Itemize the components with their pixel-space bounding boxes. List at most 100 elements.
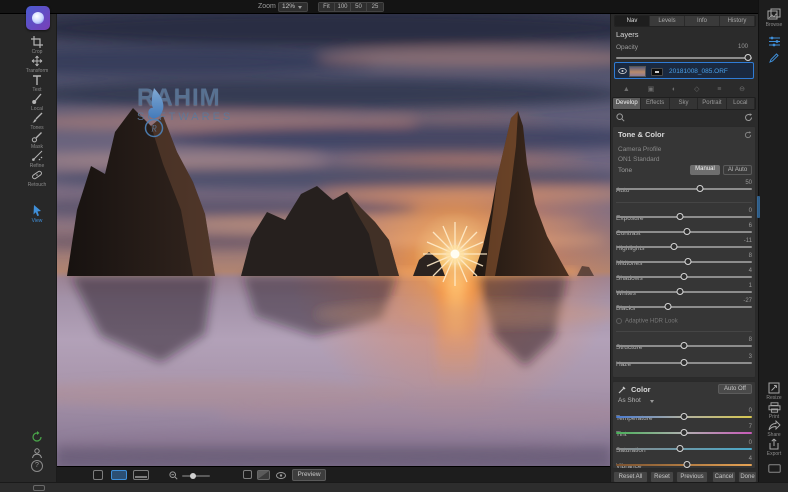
slider-knob[interactable]	[676, 445, 683, 452]
tab-develop[interactable]: Develop	[613, 98, 641, 109]
slider-knob[interactable]	[681, 429, 688, 436]
zoom-out-icon[interactable]	[169, 471, 178, 480]
layer-action-icon[interactable]: ▲	[623, 84, 630, 95]
slider-vibrance[interactable]: Vibrance 4	[616, 455, 752, 469]
slider-knob[interactable]	[681, 413, 688, 420]
layer-row[interactable]: 20181008_085.ORF	[614, 62, 754, 79]
eyedropper-icon[interactable]	[618, 385, 627, 394]
layer-visibility-eye-icon[interactable]	[618, 68, 627, 74]
tone-ai-auto-button[interactable]: AI Auto	[723, 165, 752, 175]
slider-haze[interactable]: Haze 3	[616, 353, 752, 367]
app-logo[interactable]	[26, 6, 50, 30]
opacity-knob[interactable]	[744, 54, 751, 61]
filmstrip-view-icon[interactable]	[133, 470, 149, 480]
slider-track[interactable]	[616, 345, 752, 347]
adaptive-hdr-option[interactable]: Adaptive HDR Look	[616, 318, 752, 327]
slider-track[interactable]	[616, 291, 752, 293]
slider-knob[interactable]	[681, 342, 688, 349]
slider-whites[interactable]: Whites 1	[616, 282, 752, 296]
help-icon[interactable]: ?	[31, 460, 43, 472]
slider-knob[interactable]	[664, 303, 671, 310]
tab-sky[interactable]: Sky	[670, 98, 698, 109]
slider-knob[interactable]	[681, 359, 688, 366]
slider-highlights[interactable]: Highlights -11	[616, 237, 752, 251]
preview-button[interactable]: Preview	[292, 469, 326, 481]
tab-portrait[interactable]: Portrait	[698, 98, 726, 109]
tab-info[interactable]: Info	[685, 16, 720, 26]
slider-knob[interactable]	[681, 273, 688, 280]
opacity-value: 100	[738, 44, 748, 50]
zoom-50-button[interactable]: 50	[351, 3, 367, 11]
reset-pane-icon[interactable]	[744, 113, 753, 122]
slider-knob[interactable]	[676, 213, 683, 220]
zoom-fit-button[interactable]: Fit	[319, 3, 335, 11]
slider-structure[interactable]: Structure 8	[616, 336, 752, 350]
zoom-100-button[interactable]: 100	[335, 3, 351, 11]
canvas-zoom-knob[interactable]	[190, 473, 196, 479]
tab-effects[interactable]: Effects	[641, 98, 669, 109]
search-icon[interactable]	[616, 113, 625, 122]
slider-blacks[interactable]: Blacks -27	[616, 297, 752, 311]
panel-toggle[interactable]	[759, 464, 788, 473]
tab-history[interactable]: History	[720, 16, 755, 26]
layer-action-icon[interactable]: ⊖	[739, 84, 745, 95]
zoom-25-button[interactable]: 25	[367, 3, 383, 11]
slider-knob[interactable]	[683, 228, 690, 235]
module-print[interactable]: Print	[759, 402, 788, 420]
layer-action-icon[interactable]: ≡	[717, 84, 721, 95]
slider-track[interactable]	[616, 231, 752, 233]
slider-midtones[interactable]: Midtones 8	[616, 252, 752, 266]
slider-track[interactable]	[616, 261, 752, 263]
slider-track[interactable]	[616, 216, 752, 218]
module-edit[interactable]	[759, 36, 788, 47]
slider-shadows[interactable]: Shadows 4	[616, 267, 752, 281]
slider-track[interactable]	[616, 432, 752, 434]
compare-grid-icon[interactable]	[243, 470, 252, 479]
slider-track[interactable]	[616, 188, 752, 190]
tab-local[interactable]: Local	[727, 98, 755, 109]
slider-track[interactable]	[616, 246, 752, 248]
compare-ab-icon[interactable]	[257, 470, 270, 480]
slider-temperature[interactable]: Temperature 0	[616, 407, 752, 421]
slider-exposure[interactable]: Exposure 0	[616, 207, 752, 221]
slider-track[interactable]	[616, 464, 752, 466]
camera-profile-value[interactable]: ON1 Standard	[618, 156, 660, 163]
module-share[interactable]: Share	[759, 420, 788, 438]
tab-levels[interactable]: Levels	[650, 16, 685, 26]
layer-action-icon[interactable]: ◇	[694, 84, 699, 95]
slider-track[interactable]	[616, 306, 752, 308]
slider-knob[interactable]	[676, 288, 683, 295]
tab-nav[interactable]: Nav	[615, 16, 650, 26]
slider-track[interactable]	[616, 448, 752, 450]
module-browse[interactable]: Browse	[759, 8, 788, 28]
module-quick-edit[interactable]	[759, 52, 788, 64]
slider-auto[interactable]: Auto 50	[616, 179, 752, 193]
slider-track[interactable]	[616, 362, 752, 364]
opacity-slider[interactable]	[616, 54, 752, 62]
white-balance-dropdown[interactable]: As Shot	[618, 397, 641, 404]
slider-knob[interactable]	[697, 185, 704, 192]
slider-knob[interactable]	[685, 258, 692, 265]
canvas-zoom-slider[interactable]	[182, 475, 210, 477]
slider-tint[interactable]: Tint 7	[616, 423, 752, 437]
photo-canvas[interactable]: R RAHIM SOFTWARES	[57, 14, 610, 466]
panel-collapse-handle[interactable]	[757, 196, 760, 218]
slider-track[interactable]	[616, 276, 752, 278]
detail-view-icon[interactable]	[111, 470, 127, 480]
layer-action-icon[interactable]: ◐	[672, 84, 676, 95]
module-resize[interactable]: Resize	[759, 382, 788, 401]
single-view-icon[interactable]	[93, 470, 103, 480]
filmstrip-toggle-icon[interactable]	[33, 485, 45, 491]
preview-eye-icon[interactable]	[276, 472, 286, 479]
slider-saturation[interactable]: Saturation 0	[616, 439, 752, 453]
color-auto-button[interactable]: Auto Off	[718, 384, 752, 394]
zoom-dropdown[interactable]: 12%	[278, 2, 308, 12]
slider-knob[interactable]	[683, 461, 690, 468]
module-export[interactable]: Export	[759, 438, 788, 457]
slider-contrast[interactable]: Contrast 6	[616, 222, 752, 236]
reset-tone-icon[interactable]	[744, 131, 752, 139]
layer-action-icon[interactable]: ▣	[648, 84, 655, 95]
tone-manual-button[interactable]: Manual	[690, 165, 720, 175]
slider-track[interactable]	[616, 416, 752, 418]
slider-knob[interactable]	[671, 243, 678, 250]
